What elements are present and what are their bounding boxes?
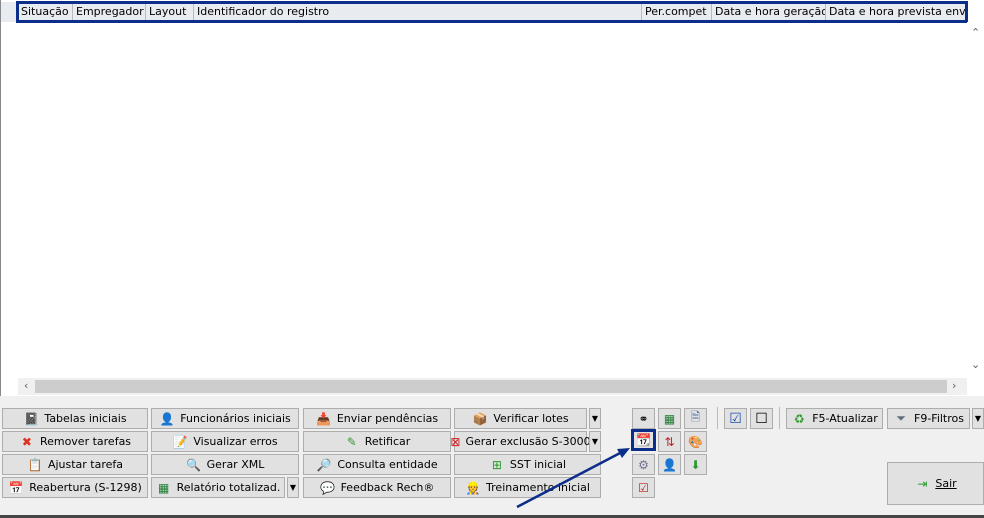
annotation-arrow — [516, 448, 630, 509]
